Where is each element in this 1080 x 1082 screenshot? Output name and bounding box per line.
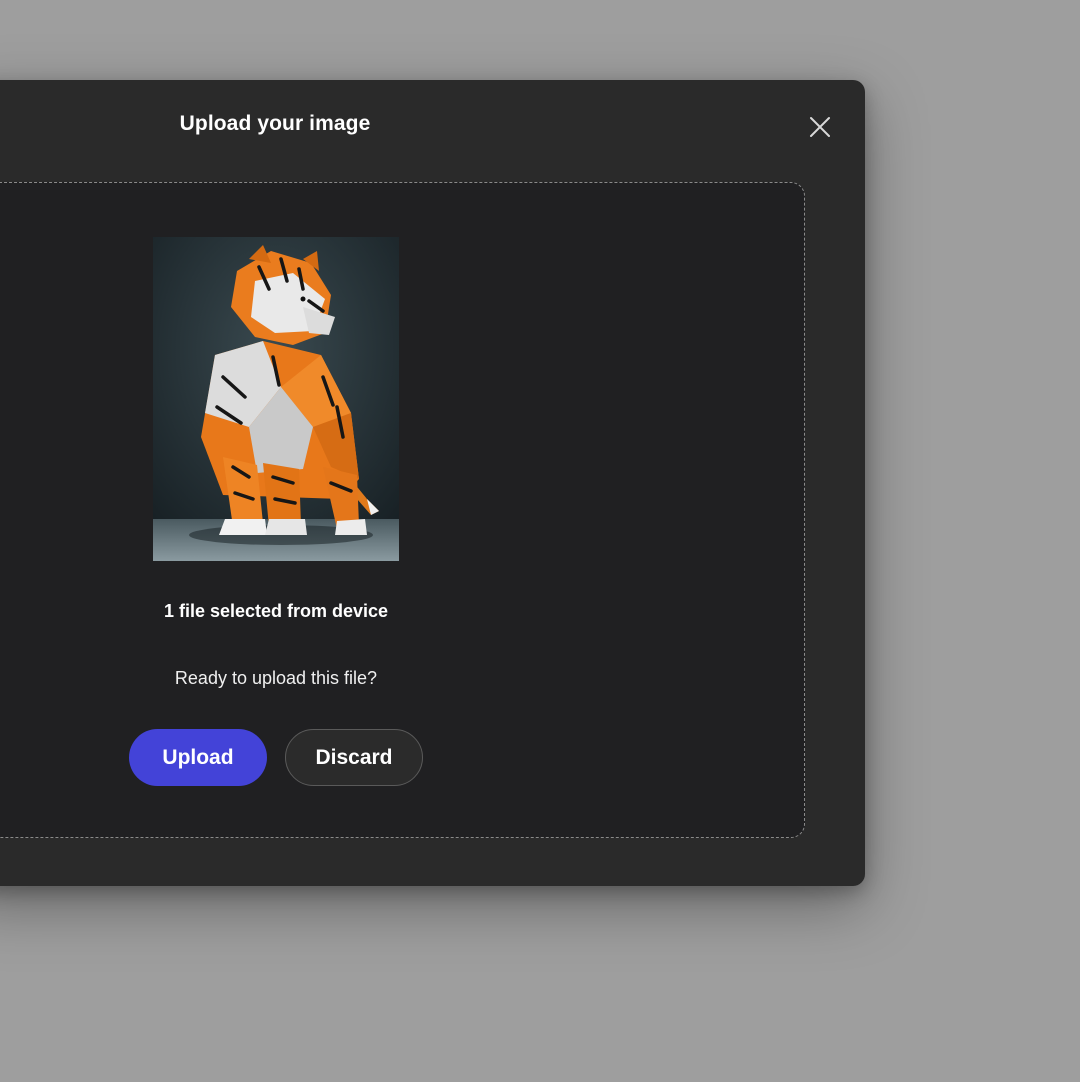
dropzone[interactable]: 1 file selected from device Ready to upl… xyxy=(0,182,805,838)
image-preview xyxy=(153,237,399,561)
close-icon xyxy=(810,117,830,137)
upload-prompt-text: Ready to upload this file? xyxy=(174,668,378,688)
close-button[interactable] xyxy=(805,112,835,142)
origami-tiger-image xyxy=(153,237,399,561)
upload-button[interactable]: Upload xyxy=(129,729,267,786)
dialog-title: Upload your image xyxy=(179,112,371,135)
upload-dialog: Upload your image 1 file selected from d… xyxy=(0,80,865,886)
file-count-text: 1 file selected from device xyxy=(163,601,389,621)
discard-button[interactable]: Discard xyxy=(285,729,423,786)
